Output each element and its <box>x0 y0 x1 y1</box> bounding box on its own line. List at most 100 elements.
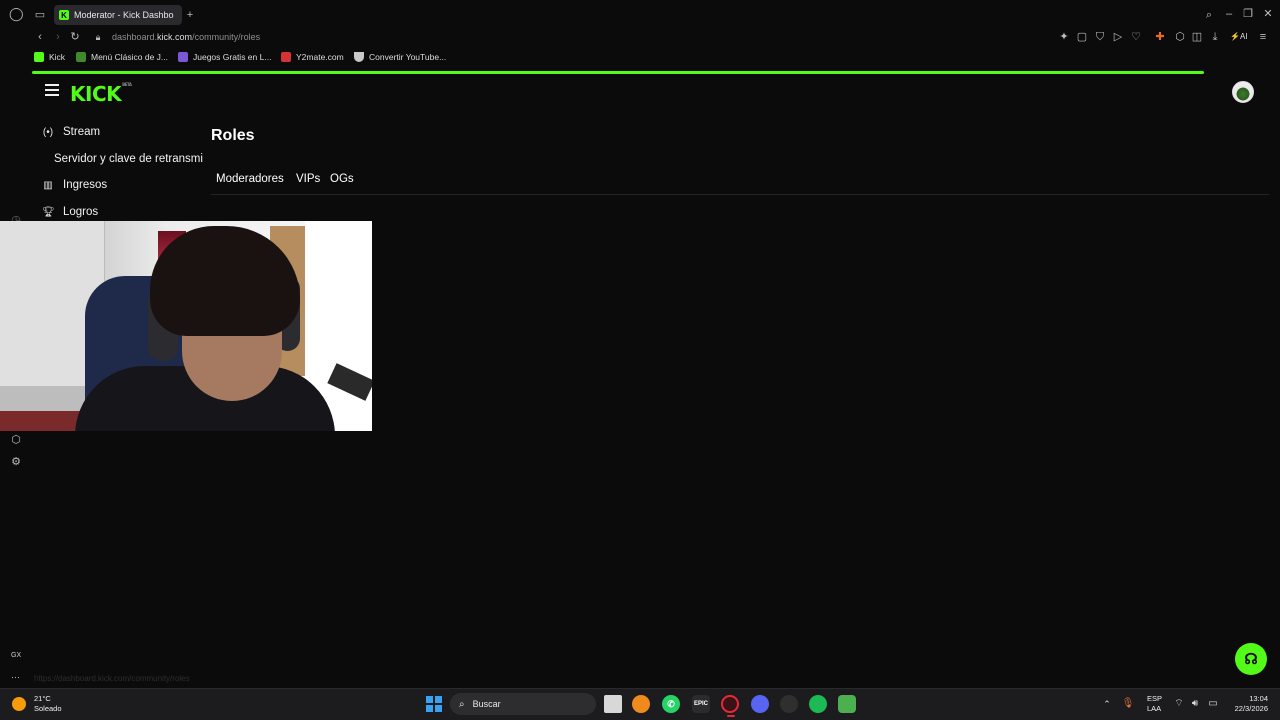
reload-icon[interactable]: ↻ <box>68 31 82 43</box>
bookmark-menu-clasico[interactable]: Menú Clásico de J... <box>76 52 168 62</box>
opera-gx-taskbar-icon[interactable] <box>721 695 739 713</box>
minimize-icon[interactable]: – <box>1222 8 1236 20</box>
active-app-indicator <box>727 715 735 717</box>
y2mate-bookmark-icon <box>281 52 291 62</box>
opera-gx-icon[interactable]: ◯ <box>9 7 24 20</box>
weather-temp: 21°C <box>34 694 51 703</box>
user-avatar[interactable] <box>1232 81 1254 103</box>
tab-ogs[interactable]: OGs <box>330 173 354 185</box>
bookmark-juegos-gratis[interactable]: Juegos Gratis en L... <box>178 52 271 62</box>
extension-icon[interactable]: ✚ <box>1153 31 1167 43</box>
windows-start-icon[interactable] <box>426 696 442 712</box>
kick-bookmark-icon <box>34 52 44 62</box>
tab-moderadores[interactable]: Moderadores <box>216 173 284 185</box>
logo-text: KICK <box>70 82 122 106</box>
tabs-divider <box>211 194 1269 195</box>
clock[interactable]: 13:04 22/3/2026 <box>1230 694 1268 714</box>
epic-games-icon[interactable]: EPIC <box>692 695 710 713</box>
webcam-overlay <box>0 221 372 431</box>
help-chat-button[interactable]: ☊ <box>1235 643 1267 675</box>
broadcast-icon: (•) <box>42 126 54 138</box>
bookmark-label: Juegos Gratis en L... <box>193 52 272 62</box>
restore-icon[interactable]: ❐ <box>1241 8 1255 20</box>
weather-desc: Soleado <box>34 704 62 713</box>
menu-icon[interactable]: ≡ <box>1256 31 1270 43</box>
clock-time: 13:04 <box>1249 694 1268 703</box>
search-icon: ⌕ <box>459 698 465 710</box>
page-title: Roles <box>211 127 255 144</box>
minecraft-bookmark-icon <box>76 52 86 62</box>
sidebar-item-stream[interactable]: (•) Stream <box>42 126 100 138</box>
lock-icon[interactable]: 🔒︎ <box>91 31 105 43</box>
bookmark-convertir-youtube[interactable]: Convertir YouTube... <box>354 52 446 62</box>
discord-icon[interactable] <box>751 695 769 713</box>
spotify-icon[interactable] <box>809 695 827 713</box>
player-icon[interactable]: ▷ <box>1111 31 1125 43</box>
kick-logo[interactable]: KICKBETA <box>70 82 132 106</box>
headset-icon: ☊ <box>1244 651 1258 668</box>
url-field[interactable]: dashboard.kick.com/community/roles <box>112 32 260 42</box>
gx-control-label[interactable]: GX <box>11 652 21 659</box>
status-bar-url: https://dashboard.kick.com/community/rol… <box>34 674 190 683</box>
ai-label: AI <box>1239 32 1248 41</box>
settings-gear-icon[interactable]: ⚙ <box>9 456 23 468</box>
language-indicator[interactable]: ESP LAA <box>1147 694 1162 714</box>
bookmark-y2mate[interactable]: Y2mate.com <box>281 52 344 62</box>
sun-icon <box>12 697 26 711</box>
steam-icon[interactable] <box>780 695 798 713</box>
aria-ai-button[interactable]: ⚡AI <box>1230 32 1248 41</box>
sidebar-item-label: Ingresos <box>63 179 108 191</box>
bookmark-kick[interactable]: Kick <box>34 52 65 62</box>
kick-favicon-icon: K <box>59 10 69 20</box>
more-rail-button[interactable]: ··· <box>11 672 20 682</box>
language-code: ESP <box>1147 694 1163 703</box>
keyboard-layout: LAA <box>1147 704 1162 713</box>
clock-date: 22/3/2026 <box>1234 704 1268 713</box>
volume-icon[interactable]: 🔊︎ <box>1188 698 1202 710</box>
forward-icon[interactable]: › <box>51 31 65 43</box>
taskbar-search[interactable]: ⌕ Buscar <box>450 693 596 715</box>
pin-icon[interactable]: ✦ <box>1057 31 1071 43</box>
bar-chart-icon: ▥ <box>43 179 53 191</box>
battery-icon[interactable]: ▭ <box>1206 698 1220 710</box>
tab-islands-icon[interactable]: ▭ <box>33 9 47 21</box>
snapshot-icon[interactable]: ▢ <box>1075 31 1089 43</box>
tray-chevron-icon[interactable]: ⌃ <box>1100 698 1114 710</box>
sidebar-item-label: Servidor y clave de retransmi <box>54 153 203 165</box>
extensions-rail-icon[interactable]: ⬡ <box>9 434 23 446</box>
download-icon[interactable]: ⤓ <box>1208 31 1222 43</box>
search-icon[interactable]: ⌕ <box>1202 9 1216 21</box>
whatsapp-icon[interactable]: ✆ <box>662 695 680 713</box>
close-icon[interactable]: ✕ <box>1261 8 1275 20</box>
tab-vips[interactable]: VIPs <box>296 173 320 185</box>
trophy-icon: 🏆︎ <box>42 206 55 218</box>
url-path: /community/roles <box>192 32 261 42</box>
back-icon[interactable]: ‹ <box>33 31 47 43</box>
logo-beta-badge: BETA <box>122 82 132 87</box>
minecraft-launcher-icon[interactable] <box>838 695 856 713</box>
wifi-icon[interactable]: ⌔ <box>1172 698 1186 710</box>
microphone-icon[interactable]: 🎙︎ <box>1121 698 1135 710</box>
puzzle-icon[interactable]: ⬡ <box>1173 31 1187 43</box>
bookmark-label: Kick <box>49 52 66 62</box>
sidebar-item-logros[interactable]: 🏆︎ Logros <box>42 206 98 218</box>
game-bookmark-icon <box>178 52 188 62</box>
page-load-progress <box>32 71 1204 74</box>
sidebar-item-server-key[interactable]: Servidor y clave de retransmi <box>54 153 203 165</box>
sidebar-item-ingresos[interactable]: ▥ Ingresos <box>42 179 107 191</box>
file-explorer-icon[interactable] <box>604 695 622 713</box>
wallet-icon[interactable]: ◫ <box>1190 31 1204 43</box>
convert-bookmark-icon <box>354 52 364 62</box>
taskbar-search-placeholder: Buscar <box>472 699 501 709</box>
browser-tab-active[interactable]: K Moderator - Kick Dashboa <box>54 5 182 25</box>
shield-icon[interactable]: ⛉ <box>1093 31 1107 43</box>
bookmark-label: Convertir YouTube... <box>369 52 447 62</box>
heart-icon[interactable]: ♡ <box>1129 31 1143 43</box>
fl-studio-icon[interactable] <box>632 695 650 713</box>
hamburger-menu-icon[interactable] <box>45 84 59 96</box>
bookmark-label: Menú Clásico de J... <box>91 52 169 62</box>
new-tab-icon[interactable]: + <box>183 9 197 21</box>
sidebar-item-label: Logros <box>63 206 99 218</box>
bookmark-label: Y2mate.com <box>296 52 344 62</box>
weather-widget[interactable]: 21°C Soleado <box>12 694 62 714</box>
